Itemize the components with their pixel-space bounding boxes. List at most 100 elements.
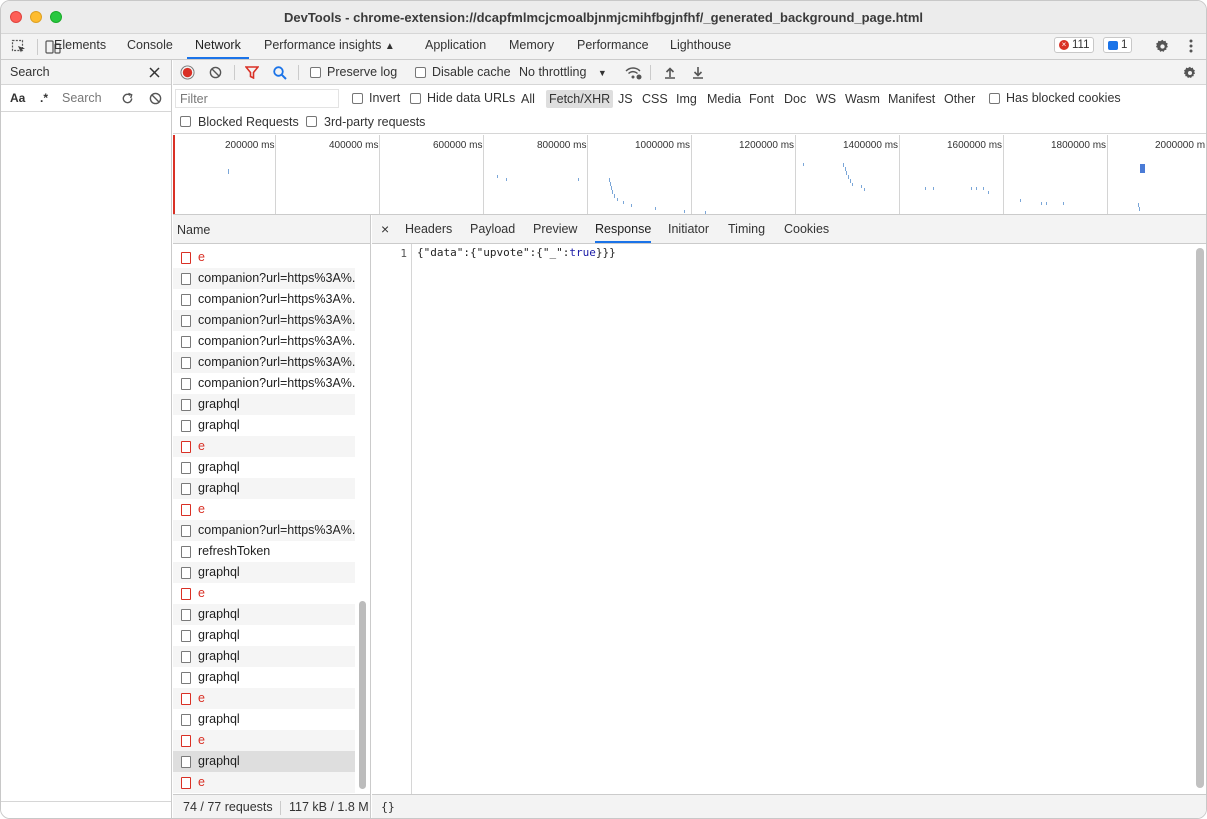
- table-row[interactable]: e: [173, 499, 355, 520]
- table-row[interactable]: graphql: [173, 667, 355, 688]
- has-blocked-cookies-checkbox[interactable]: [989, 93, 1000, 104]
- table-row[interactable]: graphql: [173, 415, 355, 436]
- divider: [650, 65, 651, 80]
- table-row[interactable]: e: [173, 730, 355, 751]
- third-party-requests-checkbox[interactable]: [306, 116, 317, 127]
- table-row[interactable]: e: [173, 688, 355, 709]
- clear-search-icon[interactable]: [147, 90, 163, 106]
- table-row[interactable]: e: [173, 772, 355, 793]
- response-body[interactable]: {"data":{"upvote":{"_":true}}}: [417, 246, 616, 259]
- search-icon[interactable]: [271, 64, 288, 81]
- tab-elements[interactable]: Elements: [54, 34, 106, 59]
- request-icon: [181, 462, 191, 474]
- tab-cookies[interactable]: Cookies: [784, 215, 829, 243]
- network-settings-gear-icon[interactable]: [1181, 64, 1199, 81]
- throttling-select[interactable]: No throttling ▼: [519, 65, 607, 79]
- table-row[interactable]: companion?url=https%3A%...: [173, 310, 355, 331]
- filter-type-js[interactable]: JS: [615, 90, 636, 108]
- tab-timing[interactable]: Timing: [728, 215, 765, 243]
- request-name: graphql: [198, 670, 240, 684]
- tab-initiator[interactable]: Initiator: [668, 215, 709, 243]
- table-row[interactable]: graphql: [173, 646, 355, 667]
- name-column-header[interactable]: Name: [177, 223, 210, 237]
- request-icon: [181, 294, 191, 306]
- hide-data-urls-checkbox[interactable]: [410, 93, 421, 104]
- request-name: companion?url=https%3A%...: [198, 271, 355, 285]
- tab-application[interactable]: Application: [425, 34, 486, 59]
- filter-icon[interactable]: [243, 64, 260, 81]
- tab-payload[interactable]: Payload: [470, 215, 515, 243]
- export-har-icon[interactable]: [689, 64, 706, 81]
- filter-type-fetch-xhr[interactable]: Fetch/XHR: [546, 90, 614, 108]
- request-icon: [181, 567, 191, 579]
- table-row[interactable]: graphql: [173, 478, 355, 499]
- invert-checkbox[interactable]: [352, 93, 363, 104]
- table-row[interactable]: companion?url=https%3A%...: [173, 352, 355, 373]
- filter-type-img[interactable]: Img: [673, 90, 700, 108]
- tab-preview[interactable]: Preview: [533, 215, 577, 243]
- network-overview-timeline[interactable]: 200000 ms 400000 ms 600000 ms 800000 ms …: [173, 135, 1206, 215]
- filter-type-wasm[interactable]: Wasm: [842, 90, 883, 108]
- requests-scrollbar[interactable]: [359, 601, 366, 789]
- table-row[interactable]: graphql: [173, 709, 355, 730]
- preserve-log-checkbox[interactable]: [310, 67, 321, 78]
- filter-type-other[interactable]: Other: [941, 90, 978, 108]
- request-icon: [181, 756, 191, 768]
- import-har-icon[interactable]: [661, 64, 678, 81]
- blocked-requests-checkbox[interactable]: [180, 116, 191, 127]
- match-case-button[interactable]: Aa: [10, 91, 25, 105]
- tab-performance[interactable]: Performance: [577, 34, 649, 59]
- devtools-window: DevTools - chrome-extension://dcapfmlmcj…: [0, 0, 1207, 819]
- error-count-badge[interactable]: × 111: [1054, 37, 1095, 53]
- refresh-icon[interactable]: [119, 90, 135, 106]
- close-detail-button[interactable]: ×: [381, 215, 389, 243]
- tab-memory[interactable]: Memory: [509, 34, 554, 59]
- tab-response[interactable]: Response: [595, 215, 652, 243]
- table-row[interactable]: refreshToken: [173, 541, 355, 562]
- table-row[interactable]: e: [173, 247, 355, 268]
- table-row[interactable]: companion?url=https%3A%...: [173, 373, 355, 394]
- close-search-icon[interactable]: [147, 65, 161, 79]
- tab-network[interactable]: Network: [187, 34, 249, 59]
- filter-type-font[interactable]: Font: [746, 90, 777, 108]
- record-icon[interactable]: [179, 64, 196, 81]
- response-scrollbar[interactable]: [1196, 248, 1204, 788]
- table-row[interactable]: graphql: [173, 604, 355, 625]
- regex-button[interactable]: .*: [40, 91, 48, 105]
- table-row[interactable]: e: [173, 436, 355, 457]
- tab-lighthouse[interactable]: Lighthouse: [670, 34, 731, 59]
- clear-icon[interactable]: [207, 64, 224, 81]
- message-count-badge[interactable]: 1: [1103, 37, 1133, 53]
- filter-input[interactable]: Filter: [175, 89, 339, 108]
- response-text-part: }}}: [595, 246, 616, 259]
- more-options-icon[interactable]: [1183, 37, 1199, 55]
- disable-cache-checkbox[interactable]: [415, 67, 426, 78]
- table-row[interactable]: e: [173, 583, 355, 604]
- search-input[interactable]: Search: [62, 91, 102, 105]
- divider: [234, 65, 235, 80]
- table-row[interactable]: graphql: [173, 394, 355, 415]
- tab-headers[interactable]: Headers: [405, 215, 452, 243]
- network-conditions-icon[interactable]: [624, 64, 642, 81]
- filter-type-doc[interactable]: Doc: [781, 90, 809, 108]
- table-row[interactable]: companion?url=https%3A%...: [173, 331, 355, 352]
- inspect-element-icon[interactable]: [10, 38, 28, 56]
- pretty-print-button[interactable]: {}: [381, 800, 395, 814]
- table-row[interactable]: graphql: [173, 751, 355, 772]
- tab-console[interactable]: Console: [127, 34, 173, 59]
- filter-type-ws[interactable]: WS: [813, 90, 839, 108]
- filter-type-media[interactable]: Media: [704, 90, 744, 108]
- request-icon: [181, 315, 191, 327]
- filter-type-css[interactable]: CSS: [639, 90, 671, 108]
- table-row[interactable]: companion?url=https%3A%...: [173, 520, 355, 541]
- table-row[interactable]: graphql: [173, 562, 355, 583]
- filter-type-manifest[interactable]: Manifest: [885, 90, 938, 108]
- tab-performance-insights[interactable]: Performance insights ▲: [264, 34, 395, 59]
- table-row[interactable]: graphql: [173, 457, 355, 478]
- filter-type-all[interactable]: All: [518, 90, 538, 108]
- request-icon: [181, 378, 191, 390]
- settings-gear-icon[interactable]: [1153, 37, 1171, 55]
- table-row[interactable]: companion?url=https%3A%...: [173, 268, 355, 289]
- table-row[interactable]: graphql: [173, 625, 355, 646]
- table-row[interactable]: companion?url=https%3A%...: [173, 289, 355, 310]
